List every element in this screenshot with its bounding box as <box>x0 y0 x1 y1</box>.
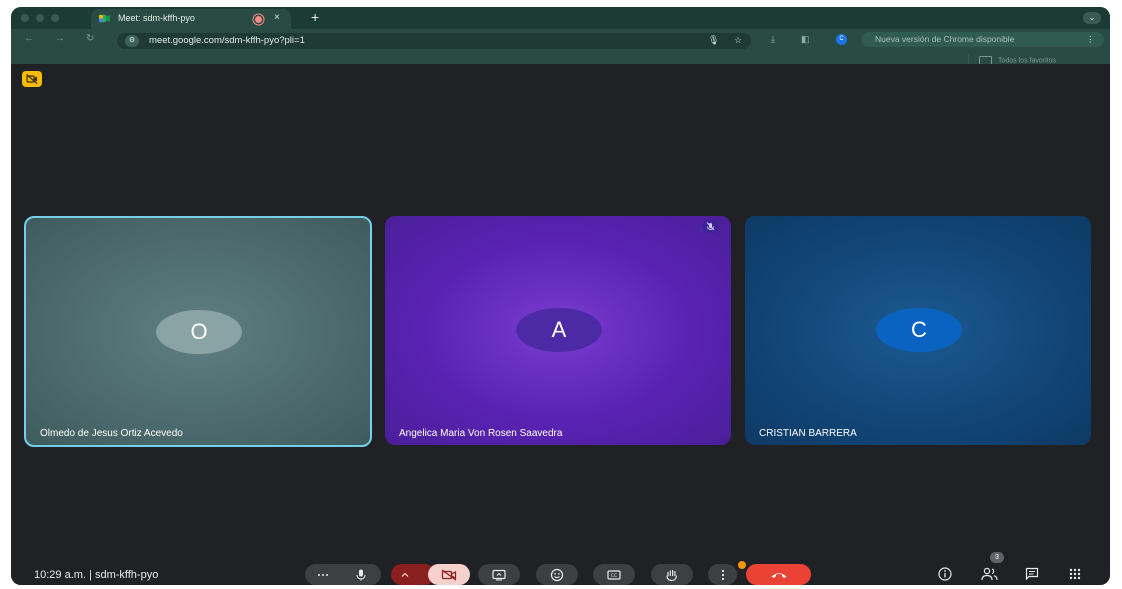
emoji-button[interactable] <box>536 564 578 585</box>
svg-text:CC: CC <box>611 573 617 579</box>
emoji-icon <box>550 568 564 581</box>
window-minimize-button[interactable] <box>36 14 44 22</box>
browser-window: Meet: sdm-kffh-pyo × + ⌄ ← → ↻ ⚙ meet.go… <box>11 7 1110 585</box>
bookmark-star-icon[interactable]: ☆ <box>734 35 742 46</box>
end-call-button[interactable] <box>746 564 811 585</box>
apps-grid-icon[interactable] <box>1069 568 1081 580</box>
participant-name: Olmedo de Jesus Ortiz Acevedo <box>40 428 183 439</box>
video-off-icon <box>26 74 38 84</box>
browser-toolbar: ← → ↻ ⚙ meet.google.com/sdm-kffh-pyo?pli… <box>11 29 1110 65</box>
camera-off-icon <box>441 568 457 581</box>
camera-toggle-button[interactable] <box>428 564 470 585</box>
tab-strip: Meet: sdm-kffh-pyo × + ⌄ <box>11 7 1110 29</box>
people-icon[interactable] <box>981 567 998 581</box>
avatar: O <box>156 310 242 354</box>
captions-icon: CC <box>607 569 621 580</box>
download-icon[interactable]: ⤓ <box>771 34 775 45</box>
muted-icon <box>702 220 719 233</box>
notification-dot <box>738 561 746 569</box>
recording-indicator-icon <box>255 16 262 23</box>
back-icon[interactable]: ← <box>24 33 34 44</box>
chrome-update-button[interactable]: Nueva versión de Chrome disponible ⋮ <box>861 32 1104 47</box>
more-vert-icon <box>721 569 724 580</box>
profile-avatar[interactable]: C <box>836 34 847 45</box>
bookmarks-divider <box>968 54 969 64</box>
present-screen-icon <box>492 569 506 580</box>
chat-icon[interactable] <box>1025 567 1039 580</box>
meeting-controls-bar: 10:29 a.m. | sdm-kffh-pyo CC 3 <box>11 552 1110 585</box>
forward-icon[interactable]: → <box>55 33 65 44</box>
present-button[interactable] <box>478 564 520 585</box>
site-info-icon[interactable]: ⚙ <box>125 35 139 47</box>
meet-stage: O Olmedo de Jesus Ortiz Acevedo A Angeli… <box>11 64 1110 585</box>
camera-off-status-badge[interactable] <box>22 71 42 87</box>
microphone-icon[interactable] <box>356 569 366 581</box>
tab-search-button[interactable]: ⌄ <box>1083 12 1101 24</box>
participants-count-badge: 3 <box>990 552 1004 563</box>
update-text: Nueva versión de Chrome disponible <box>875 34 1015 44</box>
meeting-time-and-code: 10:29 a.m. | sdm-kffh-pyo <box>34 569 159 581</box>
more-options-icon[interactable] <box>317 573 329 577</box>
raise-hand-icon <box>666 569 678 581</box>
reload-icon[interactable]: ↻ <box>86 33 94 44</box>
tab-close-button[interactable]: × <box>274 12 280 23</box>
tab-title: Meet: sdm-kffh-pyo <box>118 13 195 23</box>
participant-tile[interactable]: O Olmedo de Jesus Ortiz Acevedo <box>24 216 372 447</box>
mic-in-use-icon[interactable]: 🎙︎ <box>708 35 719 46</box>
window-close-button[interactable] <box>21 14 29 22</box>
participant-name: CRISTIAN BARRERA <box>759 428 857 439</box>
side-panel-icon[interactable]: ◧ <box>801 34 810 45</box>
more-options-button[interactable] <box>708 564 737 585</box>
tab-meet[interactable]: Meet: sdm-kffh-pyo × <box>91 9 291 29</box>
info-icon[interactable] <box>938 567 952 581</box>
avatar: A <box>516 308 602 352</box>
captions-button[interactable]: CC <box>593 564 635 585</box>
new-tab-button[interactable]: + <box>311 9 319 25</box>
end-call-icon <box>771 572 786 578</box>
participant-tile[interactable]: C CRISTIAN BARRERA <box>745 216 1091 445</box>
window-maximize-button[interactable] <box>51 14 59 22</box>
chevron-up-icon <box>401 572 409 577</box>
raise-hand-button[interactable] <box>651 564 693 585</box>
meet-favicon-icon <box>99 14 110 23</box>
url-text: meet.google.com/sdm-kffh-pyo?pli=1 <box>149 35 305 46</box>
avatar: C <box>876 308 962 352</box>
audio-control-group <box>305 564 381 585</box>
chrome-menu-icon[interactable]: ⋮ <box>1086 34 1095 45</box>
participant-name: Angelica Maria Von Rosen Saavedra <box>399 428 563 439</box>
address-bar[interactable]: ⚙ meet.google.com/sdm-kffh-pyo?pli=1 🎙︎ … <box>117 33 751 49</box>
participant-tile[interactable]: A Angelica Maria Von Rosen Saavedra <box>385 216 731 445</box>
